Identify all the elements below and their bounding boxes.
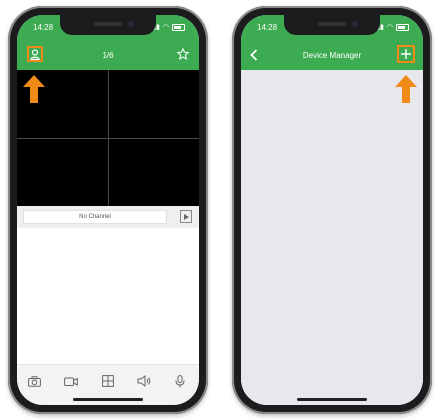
speaker-icon bbox=[137, 375, 151, 387]
notch bbox=[284, 15, 380, 35]
orange-arrow-up-icon bbox=[395, 75, 417, 103]
snapshot-button[interactable] bbox=[26, 373, 42, 389]
talk-button[interactable] bbox=[172, 373, 188, 389]
star-icon bbox=[177, 48, 189, 60]
device-list-area bbox=[241, 70, 423, 405]
record-button[interactable] bbox=[63, 373, 79, 389]
status-icons: ▮▮ ◠ bbox=[152, 23, 185, 31]
wifi-icon: ◠ bbox=[386, 24, 393, 31]
status-icons: ▮▮ ◠ bbox=[376, 23, 409, 31]
plus-icon bbox=[401, 49, 411, 59]
add-device-button[interactable] bbox=[397, 45, 415, 63]
phone-frame-live-view: 14:28 ▮▮ ◠ 1/6 No Channel bbox=[8, 6, 208, 414]
bottom-toolbar bbox=[17, 364, 199, 405]
microphone-icon bbox=[175, 374, 185, 387]
audio-button[interactable] bbox=[136, 373, 152, 389]
home-indicator bbox=[73, 398, 143, 401]
wifi-icon: ◠ bbox=[162, 24, 169, 31]
channel-list-button[interactable] bbox=[180, 210, 192, 223]
camera-icon bbox=[27, 375, 41, 387]
record-icon bbox=[64, 377, 78, 386]
layout-button[interactable] bbox=[100, 373, 116, 389]
live-view-screen: 14:28 ▮▮ ◠ 1/6 No Channel bbox=[17, 15, 199, 405]
notch bbox=[60, 15, 156, 35]
status-time: 14:28 bbox=[33, 23, 54, 32]
play-list-icon bbox=[184, 213, 189, 220]
phone-frame-device-manager: 14:28 ▮▮ ◠ Device Manager bbox=[232, 6, 432, 414]
battery-icon bbox=[396, 23, 409, 31]
status-time: 14:28 bbox=[257, 23, 278, 32]
grid-icon bbox=[102, 375, 114, 387]
home-indicator bbox=[297, 398, 367, 401]
page-title: Device Manager bbox=[302, 51, 362, 60]
page-indicator: 1/6 bbox=[102, 51, 114, 60]
device-manager-screen: 14:28 ▮▮ ◠ Device Manager bbox=[241, 15, 423, 405]
favorite-button[interactable] bbox=[175, 46, 191, 62]
grid-divider-horizontal bbox=[17, 138, 199, 139]
battery-icon bbox=[172, 23, 185, 31]
channel-bar: No Channel bbox=[17, 206, 199, 228]
orange-arrow-up-icon bbox=[23, 75, 45, 103]
channel-label: No Channel bbox=[23, 210, 167, 224]
